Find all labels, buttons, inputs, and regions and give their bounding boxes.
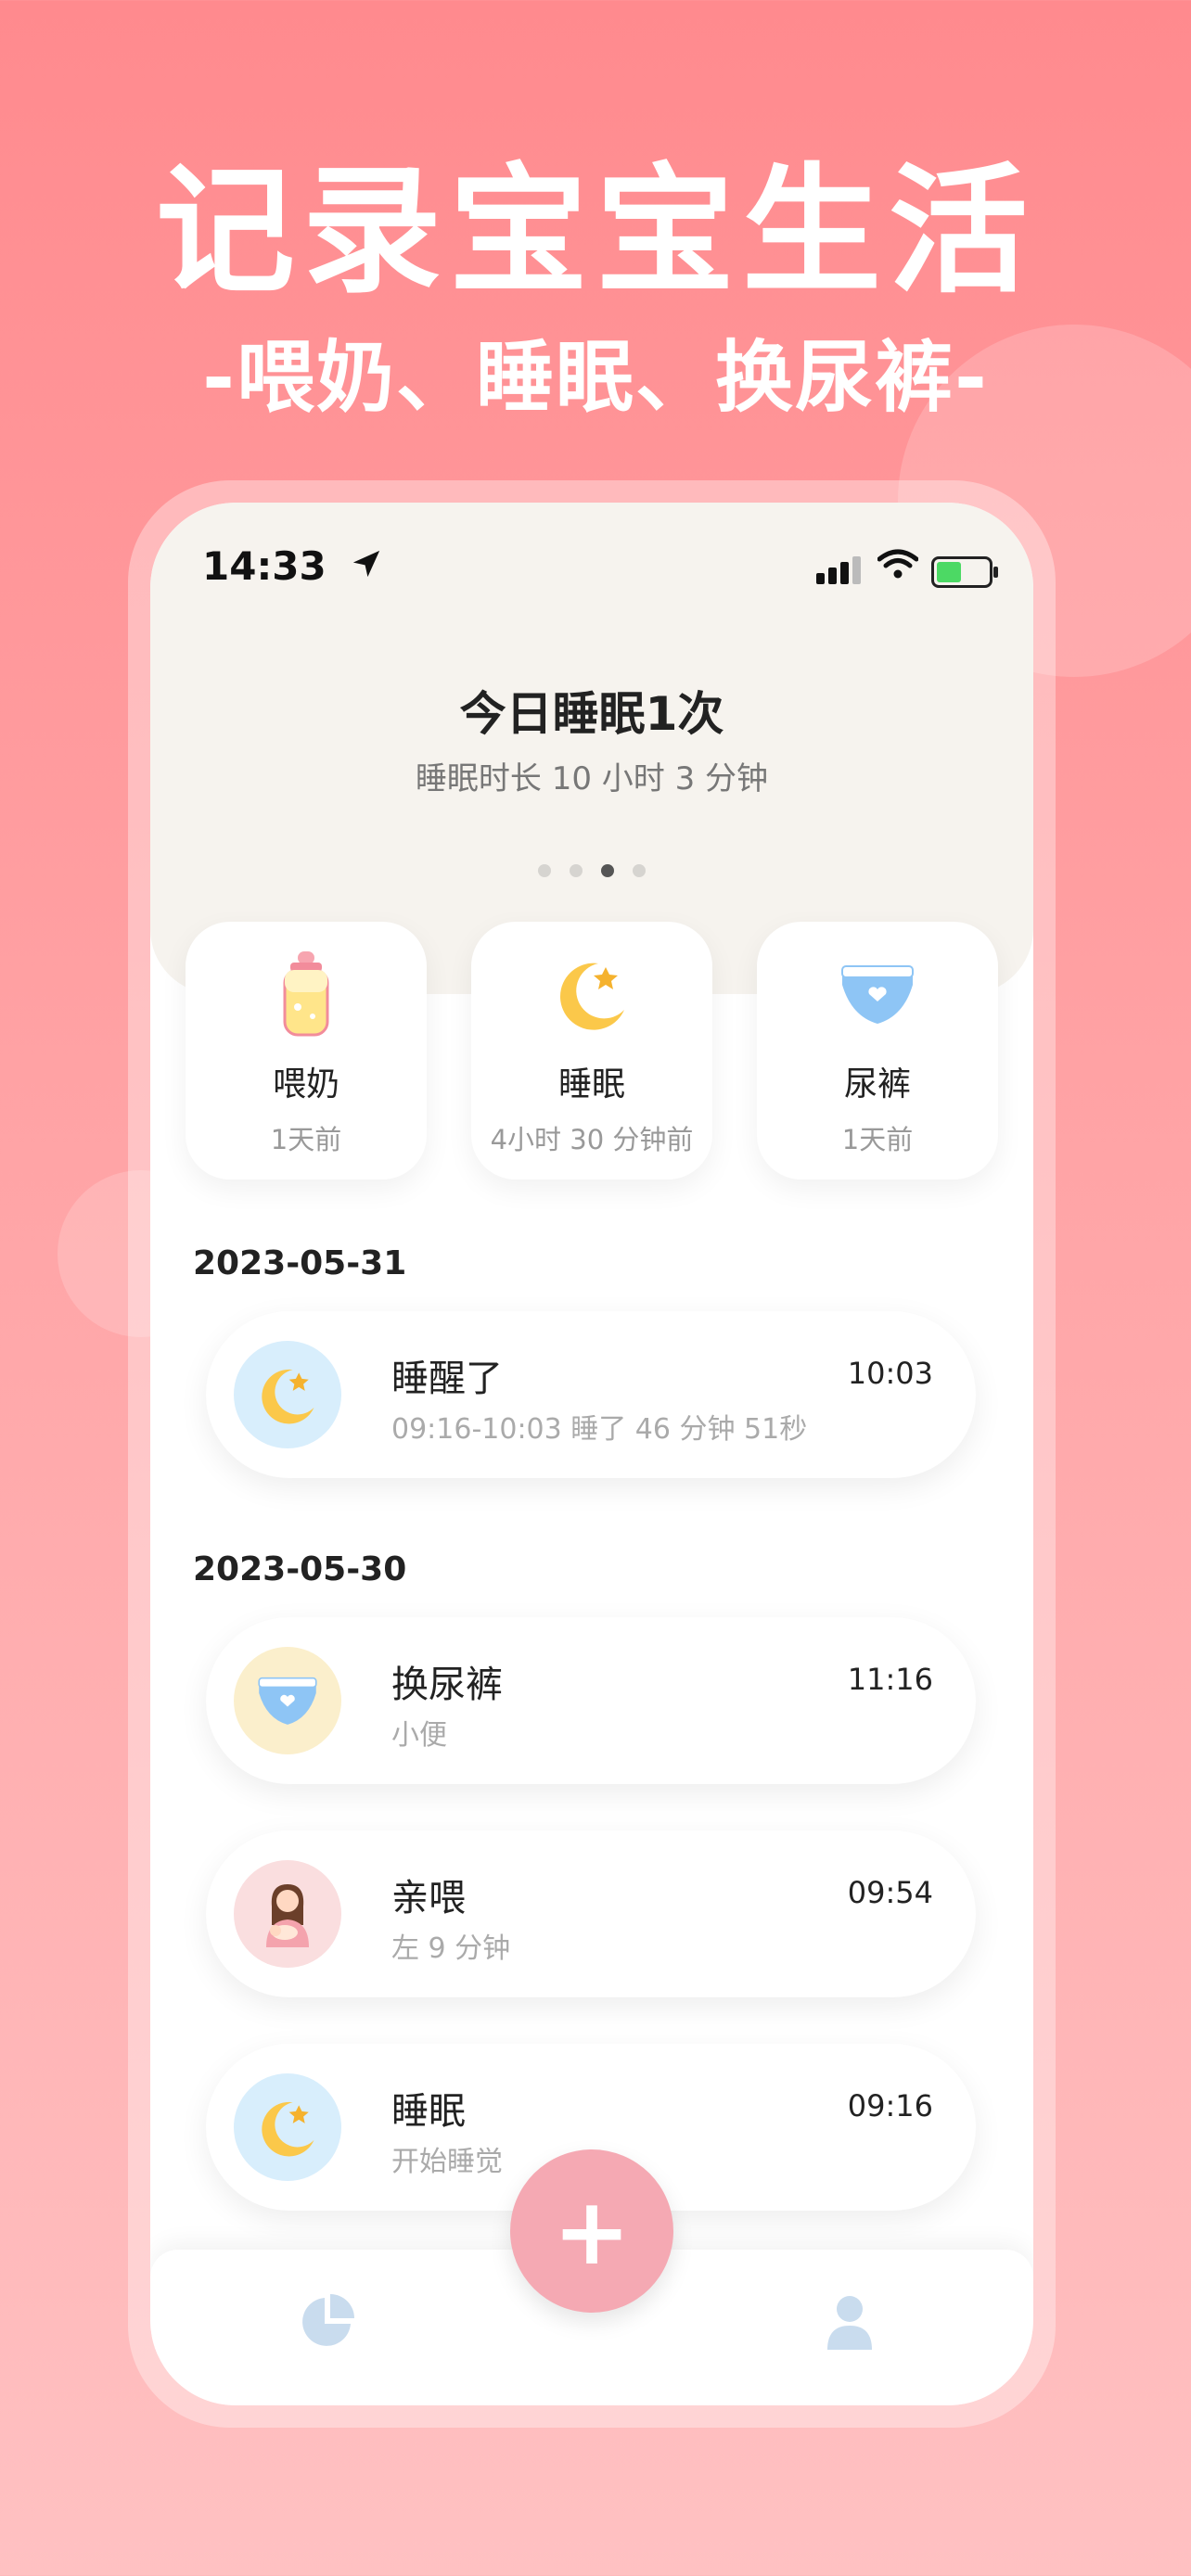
person-icon xyxy=(827,2296,872,2350)
quick-card-time: 1天前 xyxy=(270,1124,342,1155)
page-indicator[interactable] xyxy=(150,864,1033,877)
quick-card-time: 4小时 30 分钟前 xyxy=(490,1124,694,1155)
hero-title: 记录宝宝生活 xyxy=(155,151,1035,312)
summary-subline: 睡眠时长 10 小时 3 分钟 xyxy=(415,760,769,797)
tab-statistics[interactable] xyxy=(299,2292,356,2353)
pie-chart-icon xyxy=(302,2294,354,2346)
hero-subtitle: -喂奶、睡眠、换尿裤- xyxy=(202,332,989,423)
status-time-label: 14:33 xyxy=(202,543,327,589)
phone-screen: 14:33 今日睡眠1次 睡眠时长 10 小时 3 分钟 喂奶 1天前 睡眠 4… xyxy=(150,503,1033,2405)
record-time: 09:16 xyxy=(847,2088,933,2123)
wifi-icon xyxy=(877,547,919,588)
record-title: 换尿裤 xyxy=(391,1664,503,1706)
record-title: 睡醒了 xyxy=(391,1358,503,1400)
tab-profile[interactable] xyxy=(826,2294,874,2353)
moon-icon xyxy=(471,950,712,1039)
record-item[interactable]: 亲喂 左 9 分钟 09:54 xyxy=(206,1830,976,1997)
summary-headline: 今日睡眠1次 xyxy=(459,687,724,741)
location-arrow-icon xyxy=(351,543,382,589)
record-title: 亲喂 xyxy=(391,1877,466,1919)
page-dot[interactable] xyxy=(570,864,583,877)
quick-card-time: 1天前 xyxy=(841,1124,914,1155)
record-item[interactable]: 睡醒了 09:16-10:03 睡了 46 分钟 51秒 10:03 xyxy=(206,1311,976,1478)
quick-card-label: 喂奶 xyxy=(272,1065,339,1103)
record-time: 11:16 xyxy=(847,1662,933,1697)
quick-card-label: 睡眠 xyxy=(557,1065,625,1103)
record-detail: 09:16-10:03 睡了 46 分钟 51秒 xyxy=(391,1413,808,1446)
status-time: 14:33 xyxy=(202,543,382,589)
moon-icon xyxy=(234,1341,341,1448)
baby-bottle-icon xyxy=(186,950,427,1039)
page-dot-active[interactable] xyxy=(601,864,614,877)
quick-card-sleep[interactable]: 睡眠 4小时 30 分钟前 xyxy=(471,922,712,1180)
record-title: 睡眠 xyxy=(391,2090,466,2133)
battery-icon xyxy=(931,556,998,588)
record-detail: 左 9 分钟 xyxy=(391,1932,511,1965)
add-record-button[interactable]: + xyxy=(510,2149,673,2313)
date-header: 2023-05-31 xyxy=(193,1244,407,1282)
plus-icon: + xyxy=(553,2176,631,2286)
page-dot[interactable] xyxy=(538,864,551,877)
status-indicators xyxy=(816,547,998,588)
date-header: 2023-05-30 xyxy=(193,1550,407,1588)
quick-card-feeding[interactable]: 喂奶 1天前 xyxy=(186,922,427,1180)
record-time: 09:54 xyxy=(847,1875,933,1910)
record-item[interactable]: 换尿裤 小便 11:16 xyxy=(206,1617,976,1784)
moon-icon xyxy=(234,2073,341,2181)
cellular-signal-icon xyxy=(816,556,864,588)
breastfeeding-icon xyxy=(234,1860,341,1968)
diaper-icon xyxy=(234,1647,341,1754)
quick-card-label: 尿裤 xyxy=(843,1065,911,1103)
diaper-icon xyxy=(757,950,998,1039)
quick-card-diaper[interactable]: 尿裤 1天前 xyxy=(757,922,998,1180)
record-detail: 开始睡觉 xyxy=(391,2146,503,2178)
record-time: 10:03 xyxy=(847,1356,933,1391)
page-dot[interactable] xyxy=(633,864,646,877)
record-detail: 小便 xyxy=(391,1719,447,1752)
